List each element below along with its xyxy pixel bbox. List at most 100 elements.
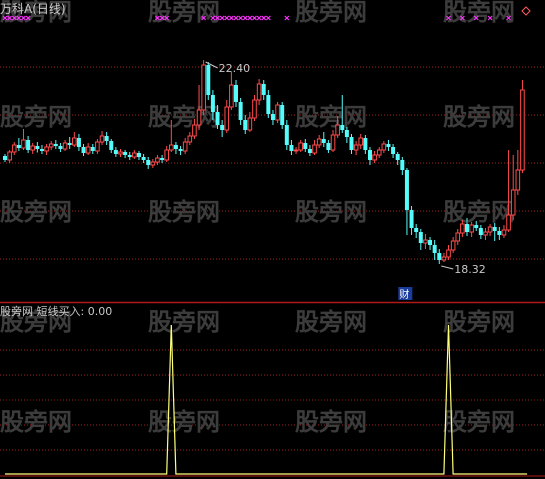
candle-body (312, 144, 317, 154)
candlestick-series (3, 60, 525, 264)
candle-body (150, 161, 156, 166)
watermark: 股旁网 (443, 0, 515, 26)
candle-body (178, 149, 183, 151)
candle-body (326, 143, 331, 150)
candle-body (104, 136, 109, 141)
candle-body (520, 89, 525, 171)
candle-body (307, 149, 312, 153)
signal-marker (284, 15, 290, 21)
candle-body (303, 143, 308, 149)
candle-body (11, 144, 17, 153)
candle-body (67, 143, 72, 145)
high-price-label: 22.40 (219, 62, 251, 75)
candle-body (35, 146, 40, 149)
signal-marker (242, 15, 248, 21)
signal-marker (265, 15, 271, 21)
candle-body (376, 149, 382, 156)
candle-body (261, 84, 266, 95)
watermark: 股旁网 (443, 103, 515, 131)
candle-body (487, 226, 493, 233)
watermarks: 股旁网 股旁网 股旁网 股旁网股旁网 股旁网 股旁网 股旁网股旁网 股旁网 股旁网 股旁网股旁网股… (0, 0, 515, 436)
candle-body (95, 141, 100, 152)
candle-body (109, 141, 114, 150)
candle-body (386, 144, 391, 147)
candle-body (506, 214, 511, 231)
watermark: 股旁网 (295, 308, 367, 336)
signal-marker (219, 15, 225, 21)
candle-body (340, 125, 345, 130)
candle-body (404, 170, 409, 210)
candle-body (293, 149, 299, 152)
candle-body (201, 64, 206, 111)
indicator-line (5, 324, 528, 475)
candle-body (123, 152, 128, 155)
candle-body (26, 140, 31, 150)
finance-marker[interactable]: 财 (399, 288, 409, 301)
candle-body (58, 146, 63, 149)
watermark: 股旁网 (148, 103, 220, 131)
candle-body (455, 232, 461, 242)
candle-body (127, 155, 132, 157)
indicator-series (5, 324, 528, 475)
candle-body (164, 149, 169, 161)
indicator-label: 股旁网 短线买入: 0.00 (0, 304, 112, 318)
candle-body (510, 189, 516, 216)
candle-body (16, 145, 21, 148)
candle-body (395, 154, 400, 160)
candle-body (81, 147, 86, 153)
candle-body (483, 231, 488, 236)
candle-body (391, 147, 396, 154)
candle-body (118, 151, 123, 155)
candle-body (432, 245, 437, 253)
candle-body (30, 145, 36, 151)
candle-body (141, 157, 146, 160)
candle-body (234, 85, 238, 102)
low-price-label: 18.32 (454, 263, 486, 276)
candle-body (72, 137, 77, 146)
candle-body (215, 112, 220, 125)
candle-body (62, 142, 68, 150)
candle-body (7, 151, 12, 161)
candle-body (247, 117, 253, 131)
watermark: 股旁网 (148, 308, 220, 336)
watermark: 股旁网 (295, 408, 367, 436)
candle-body (497, 231, 502, 235)
candle-body (173, 145, 178, 149)
candle-body (450, 240, 456, 251)
candle-body (441, 256, 447, 261)
candle-body (39, 149, 44, 151)
candle-body (474, 225, 479, 228)
watermark: 股旁网 (443, 408, 515, 436)
candle-body (492, 227, 497, 231)
candle-body (344, 130, 349, 137)
candle-body (428, 240, 433, 245)
watermark: 股旁网 (148, 408, 220, 436)
candle-body (335, 124, 340, 136)
signal-marker (252, 15, 257, 21)
candle-body (136, 153, 141, 157)
top-diamond (521, 6, 531, 16)
watermark: 股旁网 (148, 0, 220, 26)
watermark: 股旁网 (295, 198, 367, 226)
candle-body (220, 125, 225, 130)
candle-body (113, 150, 118, 154)
candle-body (460, 223, 465, 234)
candle-body (316, 138, 322, 146)
candle-body (48, 143, 54, 148)
candle-body (238, 102, 243, 120)
candle-body (423, 239, 428, 244)
watermark: 股旁网 (295, 103, 367, 131)
candle-body (409, 210, 414, 228)
candle-body (53, 144, 58, 146)
candle-body (270, 114, 275, 120)
watermark: 股旁网 (0, 103, 72, 131)
candle-body (266, 95, 271, 114)
candle-body (418, 232, 423, 243)
candle-body (44, 146, 49, 152)
candle-body (289, 145, 294, 151)
candle-body (298, 142, 303, 151)
chart-title[interactable]: 万科A(日线) (0, 2, 66, 16)
candle-body (349, 137, 354, 150)
candle-body (381, 143, 387, 151)
candle-body (256, 83, 262, 101)
